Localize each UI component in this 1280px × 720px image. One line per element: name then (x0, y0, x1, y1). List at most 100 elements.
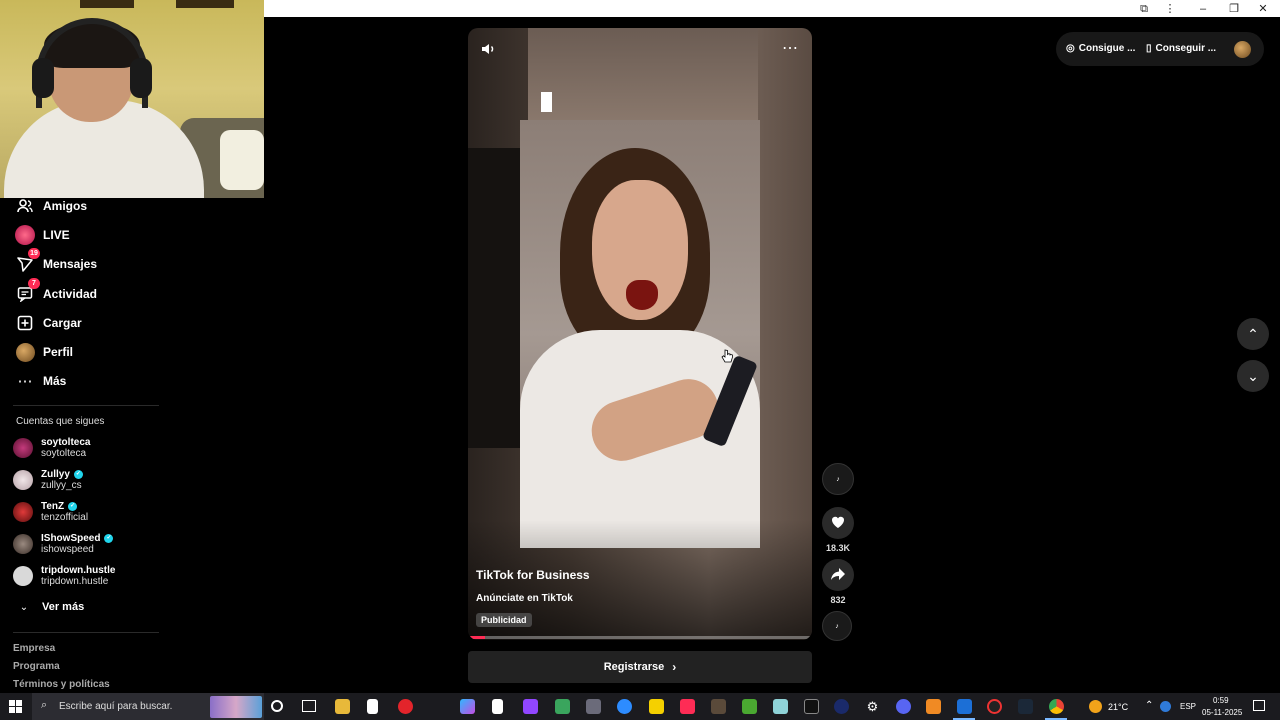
restore-icon[interactable]: ❐ (1226, 1, 1242, 17)
steam-icon[interactable] (1018, 699, 1033, 714)
like-count: 18.3K (825, 543, 851, 553)
previous-video-button[interactable]: ⌃ (1237, 318, 1269, 350)
sidebar-divider (13, 632, 159, 633)
task-view-icon[interactable] (302, 700, 316, 712)
volume-icon[interactable] (480, 40, 498, 58)
share-icon (830, 566, 846, 585)
register-label: Registrarse (603, 661, 665, 673)
sticky-notes-icon[interactable] (649, 699, 664, 714)
game-app-icon[interactable] (834, 699, 849, 714)
footer-link-empresa[interactable]: Empresa (13, 643, 55, 654)
discord-icon[interactable] (896, 699, 911, 714)
file-explorer-icon[interactable] (335, 699, 350, 714)
video-progress-bar[interactable] (468, 636, 812, 639)
weather-temp[interactable]: 21°C (1108, 702, 1128, 712)
messages-badge: 19 (28, 248, 40, 259)
network-icon[interactable] (1160, 701, 1171, 712)
tray-chevron-up-icon[interactable]: ⌃ (1145, 700, 1153, 711)
zoom-icon[interactable] (617, 699, 632, 714)
user-avatar[interactable] (1234, 41, 1251, 58)
taskbar-search[interactable]: ⌕ Escribe aquí para buscar. (32, 693, 264, 720)
avatar (13, 534, 33, 554)
messages-icon: 19 (14, 248, 40, 275)
like-button[interactable] (822, 507, 854, 539)
recycle-app-icon[interactable] (555, 699, 570, 714)
extensions-icon[interactable]: ⧉ (1136, 1, 1152, 17)
live-icon (14, 224, 36, 246)
advertiser-avatar[interactable]: ♪ (822, 463, 854, 495)
taskbar: ⌕ Escribe aquí para buscar. ⚙ 21°C ⌃ ESP… (0, 693, 1280, 720)
get-coins-button[interactable]: ◎ Consigue ... (1066, 43, 1135, 54)
chrome-icon[interactable] (1049, 699, 1064, 714)
register-button[interactable]: Registrarse › (468, 651, 812, 683)
following-account[interactable]: Zullyy ✓ zullyy_cs (13, 467, 83, 493)
footer-link-programa[interactable]: Programa (13, 661, 60, 672)
obs-app-icon[interactable] (957, 699, 972, 714)
nav-label: LIVE (43, 228, 70, 242)
capcut-icon[interactable] (804, 699, 819, 714)
windows-start-icon[interactable] (9, 700, 22, 713)
chevron-down-icon: ⌄ (1247, 367, 1259, 384)
nav-upload[interactable]: Cargar (14, 311, 82, 335)
tiktok-icon[interactable] (680, 699, 695, 714)
following-account[interactable]: TenZ ✓ tenzofficial (13, 499, 88, 525)
notifications-icon[interactable] (1253, 700, 1265, 711)
following-account[interactable]: tripdown.hustle tripdown.hustle (13, 563, 115, 589)
avatar (13, 438, 33, 458)
copilot-icon[interactable] (460, 699, 475, 714)
minecraft-icon[interactable] (742, 699, 757, 714)
media-app-icon[interactable] (711, 699, 726, 714)
verified-icon: ✓ (104, 534, 114, 543)
nav-friends[interactable]: Amigos (14, 194, 87, 218)
avatar (13, 566, 33, 586)
sound-disc-icon[interactable]: ♪ (822, 611, 852, 641)
twitch-icon[interactable] (523, 699, 538, 714)
editor-app-icon[interactable] (926, 699, 941, 714)
upload-icon (14, 312, 36, 334)
minimize-icon[interactable]: – (1195, 1, 1211, 17)
next-video-button[interactable]: ⌄ (1237, 360, 1269, 392)
nav-label: Actividad (43, 287, 98, 301)
get-app-button[interactable]: ▯ Conseguir ... (1146, 43, 1216, 54)
following-account[interactable]: soytolteca soytolteca (13, 435, 90, 461)
see-more-button[interactable]: ⌄ Ver más (16, 595, 84, 619)
settings-gear-icon[interactable]: ⚙ (865, 699, 880, 714)
sponsored-badge: Publicidad (476, 613, 532, 627)
kebab-menu-icon[interactable]: ⋮ (1162, 1, 1178, 17)
nav-live[interactable]: LIVE (14, 223, 70, 247)
nav-activity[interactable]: 7 Actividad (14, 278, 98, 306)
nav-more[interactable]: ⋯ Más (14, 369, 67, 393)
cortana-icon[interactable] (271, 700, 283, 712)
notepad-icon[interactable] (367, 699, 378, 714)
calculator-icon[interactable] (586, 699, 601, 714)
chevron-up-icon: ⌃ (1247, 325, 1259, 342)
account-name: TenZ (41, 501, 65, 512)
get-coins-label: Consigue ... (1078, 43, 1136, 54)
clock-time[interactable]: 0:59 (1213, 696, 1229, 705)
profile-avatar (14, 341, 36, 363)
document-icon[interactable] (492, 699, 503, 714)
language-indicator[interactable]: ESP (1180, 702, 1196, 711)
footer-link-terms[interactable]: Términos y políticas (13, 679, 110, 690)
top-right-actions: ◎ Consigue ... ▯ Conseguir ... (1056, 32, 1264, 66)
chevron-right-icon: › (672, 660, 677, 674)
nav-profile[interactable]: Perfil (14, 340, 73, 364)
paint-icon[interactable] (773, 699, 788, 714)
opera-icon[interactable] (398, 699, 413, 714)
webcam-overlay (0, 0, 264, 198)
more-options-icon[interactable]: ⋯ (780, 40, 800, 58)
nav-messages[interactable]: 19 Mensajes (14, 248, 98, 276)
phone-icon: ▯ (1146, 43, 1152, 54)
nav-label: Mensajes (43, 257, 98, 271)
following-account[interactable]: IShowSpeed ✓ ishowspeed (13, 531, 114, 557)
advertiser-name[interactable]: TikTok for Business (476, 568, 590, 582)
close-icon[interactable]: ✕ (1255, 1, 1271, 17)
share-button[interactable] (822, 559, 854, 591)
recorder-icon[interactable] (987, 699, 1002, 714)
video-player[interactable]: ⋯ TikTok for Business Anúnciate en TikTo… (468, 28, 812, 640)
sidebar-divider (13, 405, 159, 406)
clock-date[interactable]: 05-11-2025 (1202, 708, 1242, 717)
weather-icon[interactable] (1089, 700, 1102, 713)
avatar (13, 502, 33, 522)
share-count: 832 (830, 595, 846, 605)
